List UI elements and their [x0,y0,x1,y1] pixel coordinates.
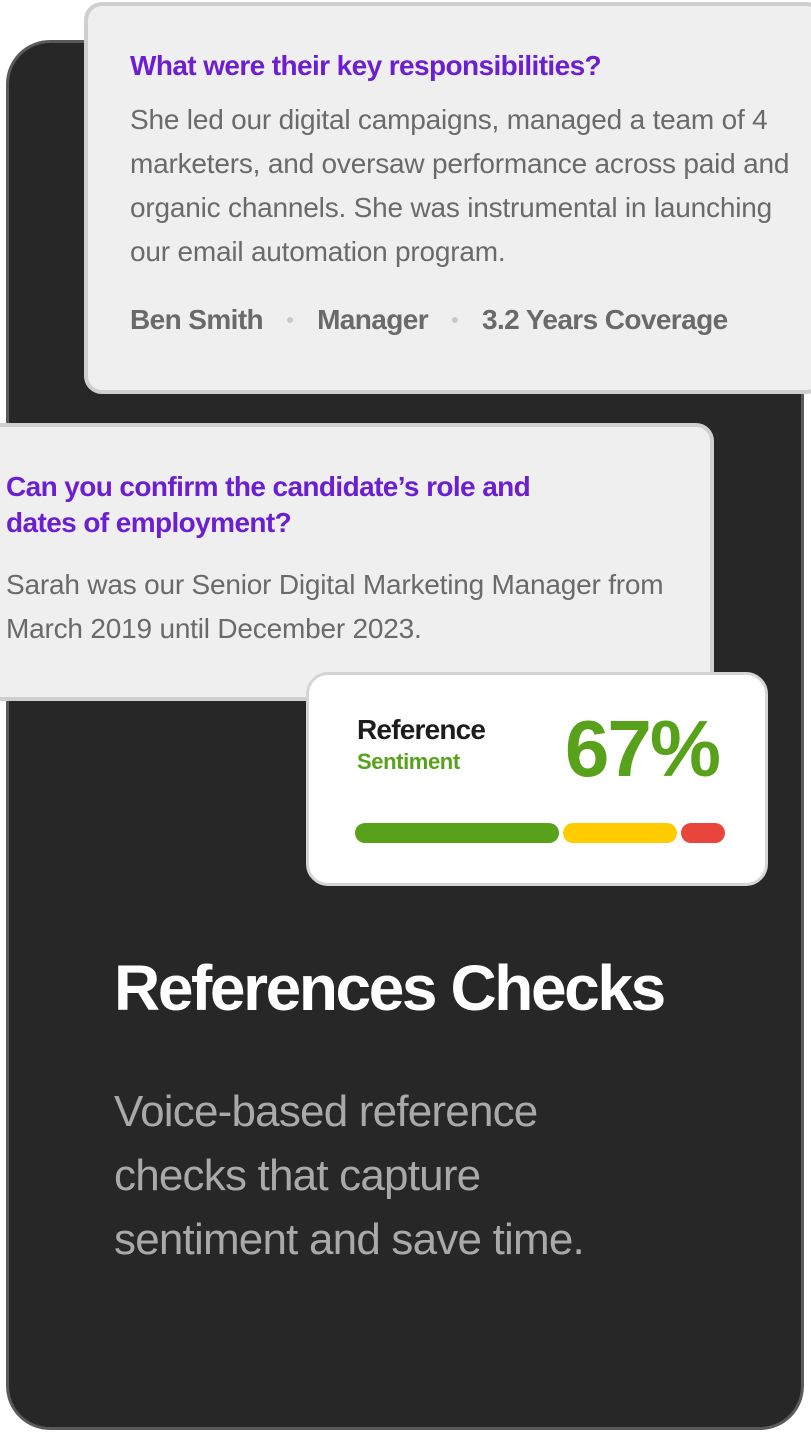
reference-card-responsibilities: What were their key responsibilities? Sh… [84,2,811,394]
separator-dot [287,317,294,323]
sentiment-bar-neutral [563,823,677,843]
separator-dot [452,317,459,323]
feature-description: Voice-based reference checks that captur… [114,1087,585,1264]
reference-question: Can you confirm the candidate’s role and… [6,471,531,538]
feature-stage: What were their key responsibilities? Sh… [0,0,811,1432]
sentiment-subtitle: Sentiment [357,749,460,774]
sentiment-bar-positive [355,823,559,843]
reference-meta: Ben Smith Manager 3.2 Years Coverage [130,304,811,336]
sentiment-card: Reference Sentiment 67% [306,672,768,886]
coverage-duration: 3.2 Years Coverage [482,304,728,335]
referee-name: Ben Smith [130,304,264,335]
sentiment-title: Reference [357,714,486,745]
feature-title: References Checks [114,952,666,1024]
sentiment-bar-negative [681,823,725,843]
reference-card-employment: Can you confirm the candidate’s role and… [0,423,714,701]
sentiment-score: 67% [564,704,721,793]
referee-role: Manager [317,304,429,335]
reference-answer: She led our digital campaigns, managed a… [130,104,790,267]
reference-question: What were their key responsibilities? [130,50,602,81]
reference-answer: Sarah was our Senior Digital Marketing M… [6,569,664,644]
